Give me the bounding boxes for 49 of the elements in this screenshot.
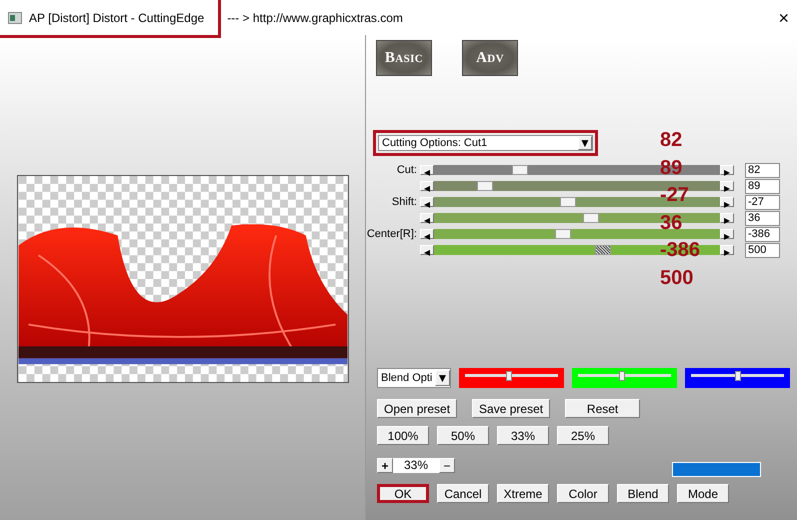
- zoom-in-button[interactable]: +: [377, 458, 393, 473]
- slider-thumb[interactable]: [506, 371, 512, 381]
- zoom-value: 33%: [393, 458, 439, 473]
- value-field[interactable]: 36: [745, 210, 780, 226]
- color-slider[interactable]: [685, 368, 790, 388]
- slider-thumb[interactable]: [583, 213, 600, 223]
- value-field[interactable]: 500: [745, 242, 780, 258]
- slider-thumb[interactable]: [554, 229, 571, 239]
- slider-thumb[interactable]: [594, 245, 611, 255]
- value-field[interactable]: 82: [745, 162, 780, 178]
- action-button[interactable]: Blend: [617, 484, 669, 503]
- slider-thumb[interactable]: [512, 165, 528, 175]
- action-button[interactable]: Cancel: [437, 484, 489, 503]
- zoom-button[interactable]: 25%: [557, 426, 609, 445]
- slider-thumb[interactable]: [734, 371, 740, 381]
- action-button[interactable]: Xtreme: [497, 484, 549, 503]
- slider-thumb[interactable]: [560, 197, 576, 207]
- app-icon: [8, 12, 22, 24]
- slider-label: Center[R]:: [366, 226, 418, 242]
- value-field[interactable]: 89: [745, 178, 780, 194]
- close-button[interactable]: ×: [778, 8, 789, 26]
- blend-options-dropdown[interactable]: Blend Opti ▼: [377, 368, 451, 388]
- slider-thumb[interactable]: [477, 181, 494, 191]
- action-button[interactable]: Color: [557, 484, 609, 503]
- dropdown-value: Blend Opti: [380, 370, 434, 386]
- preset-button[interactable]: Reset: [565, 399, 640, 418]
- color-slider[interactable]: [572, 368, 677, 388]
- zoom-button[interactable]: 50%: [437, 426, 489, 445]
- slider-thumb[interactable]: [618, 371, 625, 381]
- dropdown-value: Cutting Options: Cut1: [381, 136, 488, 151]
- annotation-number: 500: [660, 266, 694, 291]
- value-field[interactable]: -386: [745, 226, 780, 242]
- panel-tab[interactable]: Adv: [462, 40, 518, 76]
- color-slider[interactable]: [459, 368, 564, 388]
- zoom-button[interactable]: 33%: [497, 426, 549, 445]
- window-url: --- > http://www.graphicxtras.com: [227, 10, 403, 26]
- annotation-number: 82: [660, 128, 684, 153]
- slider-label: Cut:: [396, 162, 418, 178]
- action-button[interactable]: OK: [377, 484, 429, 503]
- action-button[interactable]: Mode: [677, 484, 729, 503]
- slider-label: Shift:: [390, 194, 418, 210]
- value-field[interactable]: -27: [745, 194, 780, 210]
- cutting-options-dropdown[interactable]: Cutting Options: Cut1 ▼: [378, 135, 593, 151]
- zoom-out-button[interactable]: −: [439, 458, 455, 473]
- panel-tab[interactable]: Basic: [376, 40, 432, 76]
- preset-button[interactable]: Open preset: [377, 399, 458, 418]
- preset-button[interactable]: Save preset: [472, 399, 550, 418]
- zoom-button[interactable]: 100%: [377, 426, 429, 445]
- window-title: AP [Distort] Distort - CuttingEdge: [29, 10, 204, 26]
